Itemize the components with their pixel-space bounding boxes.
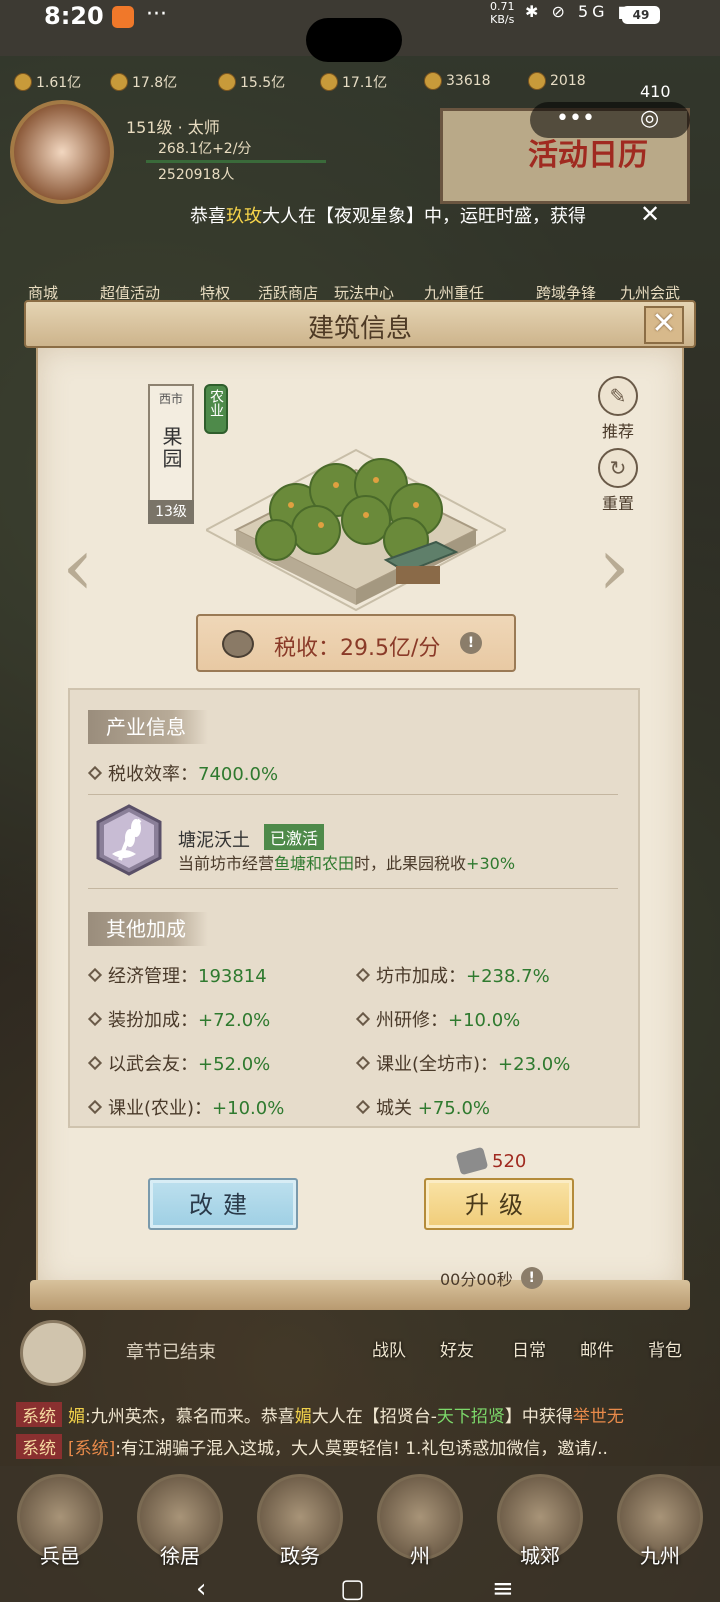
stat-economy: 经济管理：193814: [87, 962, 267, 988]
nav-suburbs[interactable]: 城郊: [490, 1474, 590, 1584]
stat-state-study: 州研修：+10.0%: [355, 1006, 520, 1032]
income-bar: [146, 160, 326, 163]
recommend-label: 推荐: [601, 422, 634, 441]
resource-4: 17.1亿: [320, 72, 387, 92]
stat-martial-friends: 以武会友：+52.0%: [87, 1050, 270, 1076]
more-notifications-icon: ···: [146, 2, 167, 27]
resource-2: 17.8亿: [110, 72, 177, 92]
upgrade-button[interactable]: 升级: [424, 1178, 574, 1230]
info-icon[interactable]: !: [460, 632, 482, 654]
chat-line-1[interactable]: 系统 媚:九州英杰，慕名而来。恭喜媚大人在【招贤台-天下招贤】中获得举世无: [16, 1402, 696, 1432]
resource-icon: [14, 73, 32, 91]
social-daily[interactable]: 日常: [512, 1336, 546, 1386]
ticker-close-icon[interactable]: ✕: [640, 200, 660, 228]
player-avatar[interactable]: [10, 100, 114, 204]
rebuild-button[interactable]: 改建: [148, 1178, 298, 1230]
scroll-icon: ✎: [598, 376, 638, 416]
signal-icon: 5G: [577, 2, 609, 21]
reset-icon: ↻: [598, 448, 638, 488]
nav-state[interactable]: 州: [370, 1474, 470, 1584]
stat-city-gate: 城关 +75.0%: [355, 1094, 490, 1120]
tax-label: 税收：29.5亿/分: [274, 636, 441, 661]
building-level: 13级: [148, 500, 194, 524]
chapter-icon: [20, 1320, 86, 1386]
resource-icon: [218, 73, 236, 91]
modal-title: 建筑信息: [307, 314, 412, 344]
stat-market-bonus: 坊市加成：+238.7%: [355, 962, 550, 988]
chapter-status: 章节已结束: [126, 1342, 216, 1363]
recommend-button[interactable]: ✎ 推荐: [590, 376, 646, 442]
upgrade-cost: 520: [455, 1146, 526, 1176]
resource-icon: [110, 73, 128, 91]
announcement-ticker: 恭喜玖玫大人在【夜观星象】中，运旺时盛，获得: [190, 206, 586, 227]
modal-header: 建筑信息 ✕: [24, 300, 696, 348]
resource-icon: [320, 73, 338, 91]
close-button[interactable]: ✕: [644, 306, 684, 344]
tax-efficiency: 税收效率：7400.0%: [87, 760, 278, 786]
scroll-footer: [30, 1280, 690, 1310]
building-district: 西市: [158, 392, 183, 406]
social-team[interactable]: 战队: [372, 1336, 406, 1386]
social-mail[interactable]: 邮件: [580, 1336, 614, 1386]
status-bar: 8:20 ··· 0.71 KB/s ✱ ⊘ 5G ▮ 49: [0, 0, 720, 62]
building-tag: 西市 果园 13级: [148, 384, 194, 524]
building-category-badge: 农业: [204, 384, 228, 434]
diamond-icon: [87, 765, 103, 781]
stat-course-all: 课业(全坊市)：+23.0%: [355, 1050, 570, 1076]
nav-jiuzhou[interactable]: 九州: [610, 1474, 710, 1584]
social-bag[interactable]: 背包: [648, 1336, 682, 1386]
resource-bar: 1.61亿 17.8亿 15.5亿 17.1亿 33618 2018: [0, 66, 720, 102]
orchard-illustration: [206, 448, 506, 612]
app-notification-icon: [112, 6, 134, 28]
coin-icon: [222, 630, 254, 658]
stat-decor-bonus: 装扮加成：+72.0%: [87, 1006, 270, 1032]
recent-apps-icon[interactable]: ≡: [492, 1574, 514, 1602]
prev-building-arrow[interactable]: ‹: [62, 520, 94, 613]
player-level: 151级 · 太师: [126, 118, 220, 137]
building-name: 果园: [159, 426, 183, 470]
reset-button[interactable]: ↻ 重置: [590, 448, 646, 514]
back-icon[interactable]: ‹: [196, 1574, 206, 1602]
coin-icon: [528, 72, 546, 90]
network-speed: 0.71 KB/s: [490, 0, 515, 26]
player-income: 268.1亿+2/分: [158, 141, 252, 157]
building-stats-panel: 产业信息 税收效率：7400.0% 塘泥沃土 已激活 当前坊市经营鱼塘和农田时，…: [68, 688, 640, 1128]
hammer-icon: [455, 1146, 489, 1176]
upgrade-timer: 00分00秒!: [440, 1266, 543, 1290]
battery-icon: 49: [622, 6, 660, 24]
divider: [88, 794, 618, 795]
info-icon[interactable]: !: [520, 1267, 543, 1289]
camera-cutout: [306, 18, 402, 62]
industry-section-title: 产业信息: [88, 710, 208, 744]
more-icon[interactable]: •••: [556, 106, 595, 131]
tax-plate: 税收：29.5亿/分 !: [196, 614, 516, 672]
resource-6: 2018: [528, 72, 586, 90]
chapter-panel[interactable]: 章节已结束: [20, 1320, 280, 1386]
other-bonus-section-title: 其他加成: [88, 912, 208, 946]
social-friends[interactable]: 好友: [440, 1336, 474, 1386]
talent-name: 塘泥沃土: [178, 830, 250, 851]
nav-residence[interactable]: 徐居: [130, 1474, 230, 1584]
next-building-arrow[interactable]: ›: [598, 520, 630, 613]
status-icons: ✱ ⊘ 5G ▮: [525, 2, 631, 21]
divider: [88, 888, 618, 889]
resource-5: 33618: [424, 72, 491, 90]
stat-course-agri: 课业(农业)：+10.0%: [87, 1094, 284, 1120]
resource-3: 15.5亿: [218, 72, 285, 92]
chat-line-2[interactable]: 系统 [系统]:有江湖骗子混入这城，大人莫要轻信! 1.礼包诱惑加微信，邀请/..: [16, 1434, 696, 1464]
coin-icon: [424, 72, 442, 90]
nav-barracks[interactable]: 兵邑: [10, 1474, 110, 1584]
player-population: 2520918人: [158, 167, 235, 183]
resource-1: 1.61亿: [14, 72, 81, 92]
target-icon[interactable]: ◎: [640, 106, 659, 131]
talent-description: 当前坊市经营鱼塘和农田时，此果园税收+30%: [178, 854, 516, 873]
capsule-menu[interactable]: ••• ◎: [530, 102, 690, 138]
wheat-fish-icon: [96, 804, 162, 876]
clock: 8:20: [44, 2, 104, 30]
reset-label: 重置: [601, 494, 634, 513]
nav-affairs[interactable]: 政务: [250, 1474, 350, 1584]
home-icon[interactable]: ▢: [340, 1574, 365, 1602]
event-count: 410: [640, 82, 671, 101]
talent-status-badge: 已激活: [264, 824, 325, 850]
